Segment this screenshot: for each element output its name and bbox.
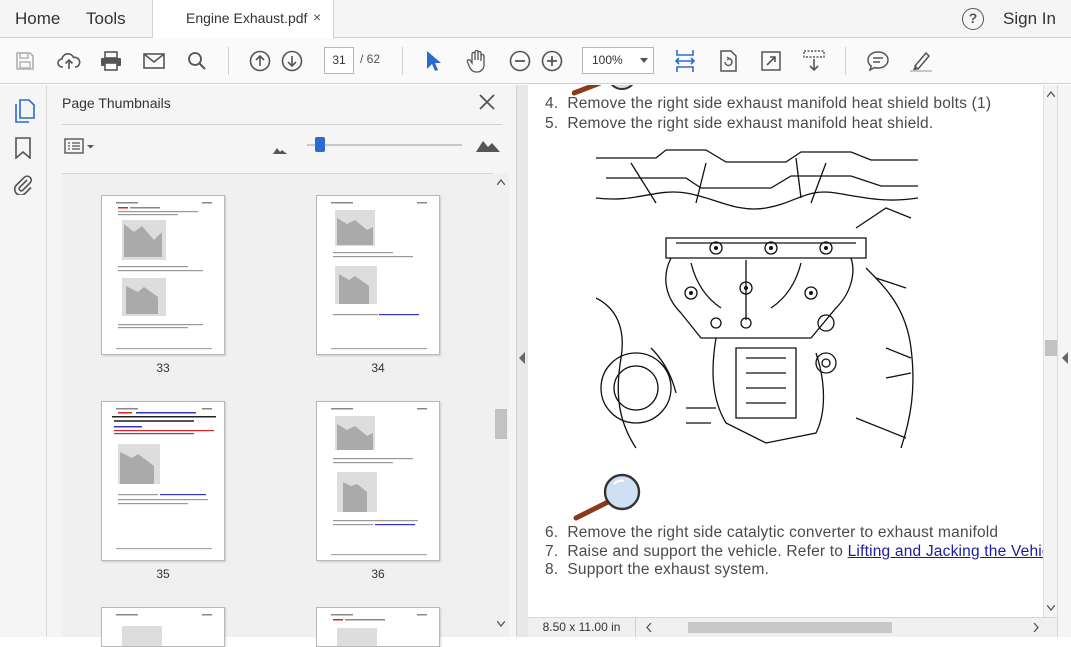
panel-splitter[interactable] xyxy=(516,85,528,637)
thumbnail-label: 35 xyxy=(156,567,170,581)
email-icon[interactable] xyxy=(141,38,167,84)
page-thumbnails-icon[interactable] xyxy=(13,99,35,128)
lifting-jacking-link[interactable]: Lifting and Jacking the Vehicle xyxy=(848,543,1043,560)
step-5: 5. Remove the right side exhaust manifol… xyxy=(545,115,934,132)
page-size-label: 8.50 x 11.00 in xyxy=(528,618,636,637)
horizontal-scrollbar-thumb[interactable] xyxy=(688,622,892,633)
previous-page-icon[interactable] xyxy=(247,38,273,84)
magnifier-icon xyxy=(573,473,641,521)
step-6: 6. Remove the right side catalytic conve… xyxy=(545,524,999,541)
page-total: / 62 xyxy=(360,52,381,66)
save-icon[interactable] xyxy=(12,38,38,84)
thumbnail-page-37[interactable] xyxy=(101,607,225,647)
large-thumbnail-icon[interactable] xyxy=(475,137,501,158)
thumbnail-page-33[interactable] xyxy=(101,195,225,355)
scroll-mode-icon[interactable] xyxy=(801,38,827,84)
thumbnail-size-slider[interactable] xyxy=(307,144,462,146)
chevron-down-icon xyxy=(640,58,648,63)
search-icon[interactable] xyxy=(184,38,210,84)
thumbnail-label: 36 xyxy=(371,567,385,581)
step-7: 7. Raise and support the vehicle. Refer … xyxy=(545,543,1043,561)
thumbnail-page-34[interactable] xyxy=(316,195,440,355)
thumbnail-options-icon[interactable] xyxy=(64,138,96,159)
document-tab[interactable]: Engine Exhaust.pdf × xyxy=(152,0,334,38)
scroll-down-icon[interactable] xyxy=(1047,605,1055,611)
thumbnail-scrollbar[interactable] xyxy=(493,173,509,637)
attachment-icon[interactable] xyxy=(13,173,33,200)
zoom-out-icon[interactable] xyxy=(507,38,533,84)
thumbnail-label: 34 xyxy=(371,361,385,375)
fit-width-icon[interactable] xyxy=(672,38,698,84)
next-page-icon[interactable] xyxy=(279,38,305,84)
document-view: 4. Remove the right side exhaust manifol… xyxy=(528,85,1043,617)
sign-in-button[interactable]: Sign In xyxy=(1003,0,1056,38)
rotate-page-icon[interactable] xyxy=(715,38,741,84)
scrollbar-thumb[interactable] xyxy=(1045,340,1057,356)
full-screen-icon[interactable] xyxy=(758,38,784,84)
thumbnail-page-35[interactable] xyxy=(101,401,225,561)
step-8: 8. Support the exhaust system. xyxy=(545,561,770,578)
scroll-up-icon[interactable] xyxy=(497,179,505,185)
highlight-icon[interactable] xyxy=(907,38,935,84)
cloud-upload-icon[interactable] xyxy=(55,38,83,84)
thumbnail-label: 33 xyxy=(156,361,170,375)
page-thumbnails-panel: Page Thumbnails 33 34 35 36 xyxy=(47,85,516,647)
home-menu[interactable]: Home xyxy=(15,0,60,38)
toolbar: 31 / 62 100% xyxy=(0,38,1071,84)
help-icon[interactable]: ? xyxy=(962,8,984,30)
document-tab-title: Engine Exhaust.pdf xyxy=(186,10,308,26)
panel-title: Page Thumbnails xyxy=(62,95,171,111)
tab-close-icon[interactable]: × xyxy=(313,9,321,25)
page-number-input[interactable]: 31 xyxy=(324,47,354,74)
slider-handle[interactable] xyxy=(315,137,325,152)
top-bar: Home Tools Engine Exhaust.pdf × ? Sign I… xyxy=(0,0,1071,38)
scroll-up-icon[interactable] xyxy=(1047,91,1055,97)
bookmark-icon[interactable] xyxy=(15,137,31,164)
small-thumbnail-icon[interactable] xyxy=(272,142,288,160)
select-tool-icon[interactable] xyxy=(420,38,446,84)
thumbnail-list: 33 34 35 36 xyxy=(62,173,494,647)
thumbnail-page-36[interactable] xyxy=(316,401,440,561)
expand-right-pane-icon[interactable] xyxy=(1062,352,1069,364)
collapse-panel-icon[interactable] xyxy=(519,352,526,364)
scroll-down-icon[interactable] xyxy=(497,621,505,627)
comment-icon[interactable] xyxy=(864,38,892,84)
zoom-in-icon[interactable] xyxy=(539,38,565,84)
hand-tool-icon[interactable] xyxy=(463,38,491,84)
status-bar: 8.50 x 11.00 in xyxy=(528,617,1057,637)
print-icon[interactable] xyxy=(98,38,124,84)
close-icon[interactable] xyxy=(478,93,496,116)
zoom-select[interactable]: 100% xyxy=(582,47,654,74)
navigation-rail xyxy=(0,85,47,637)
step-4: 4. Remove the right side exhaust manifol… xyxy=(545,95,992,112)
scroll-left-icon[interactable] xyxy=(646,623,652,632)
zoom-value: 100% xyxy=(592,53,623,67)
scrollbar-thumb[interactable] xyxy=(495,409,507,439)
thumbnail-page-38[interactable] xyxy=(316,607,440,647)
right-pane-toggle[interactable] xyxy=(1057,85,1071,637)
document-scrollbar[interactable] xyxy=(1043,85,1057,617)
scroll-right-icon[interactable] xyxy=(1033,623,1039,632)
tools-menu[interactable]: Tools xyxy=(86,0,126,38)
exhaust-manifold-illustration xyxy=(596,148,918,455)
